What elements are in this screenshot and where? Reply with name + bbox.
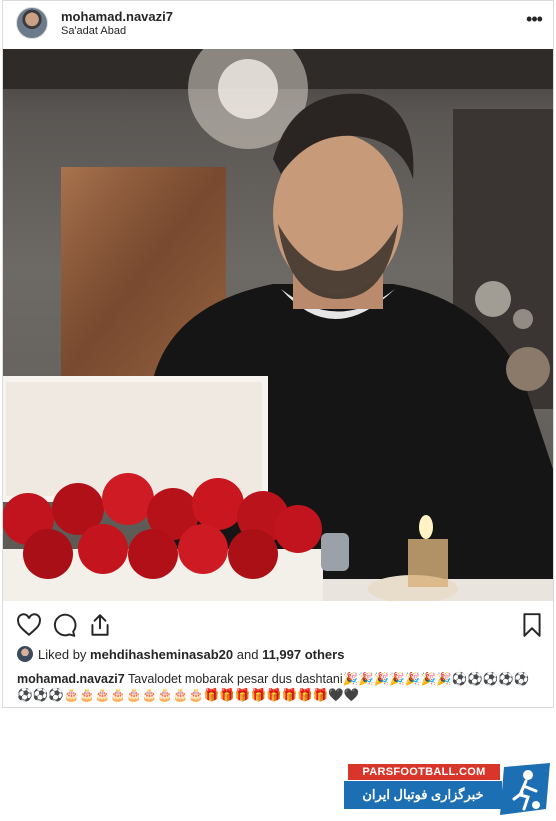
watermark-site: PARSFOOTBALL.COM bbox=[348, 764, 500, 780]
bokeh-light bbox=[475, 281, 511, 317]
post-location[interactable]: Sa'adat Abad bbox=[61, 25, 126, 37]
watermark-tagline: خبرگزاری فوتبال ایران bbox=[344, 781, 502, 809]
liker-avatar[interactable] bbox=[17, 646, 33, 662]
parsfootball-watermark: PARSFOOTBALL.COM خبرگزاری فوتبال ایران bbox=[344, 763, 552, 815]
background-person bbox=[506, 347, 550, 391]
wrist-watch bbox=[321, 533, 349, 571]
caption-username[interactable]: mohamad.navazi7 bbox=[17, 672, 125, 686]
parsfootball-logo-icon bbox=[500, 763, 550, 815]
likes-middle: and bbox=[236, 647, 259, 662]
post-username[interactable]: mohamad.navazi7 bbox=[61, 9, 173, 24]
post-actions bbox=[3, 604, 553, 644]
post-caption: mohamad.navazi7 Tavalodet mobarak pesar … bbox=[17, 671, 543, 703]
likes-prefix: Liked by bbox=[38, 647, 87, 662]
instagram-post: mohamad.navazi7 Sa'adat Abad ••• Liked b… bbox=[2, 0, 554, 708]
share-icon[interactable] bbox=[87, 612, 113, 638]
cake-decoration bbox=[408, 539, 448, 587]
lamp bbox=[218, 59, 278, 119]
bokeh-light bbox=[513, 309, 533, 329]
comment-icon[interactable] bbox=[51, 612, 77, 638]
candle-flame bbox=[419, 515, 433, 539]
post-header: mohamad.navazi7 Sa'adat Abad ••• bbox=[3, 1, 553, 49]
liker-username[interactable]: mehdihasheminasab20 bbox=[90, 647, 233, 662]
photo-illustration bbox=[3, 49, 553, 601]
avatar[interactable] bbox=[16, 7, 48, 39]
post-photo[interactable] bbox=[3, 49, 553, 601]
like-heart-icon[interactable] bbox=[16, 612, 42, 638]
likes-count[interactable]: 11,997 others bbox=[262, 647, 344, 662]
bookmark-icon[interactable] bbox=[519, 612, 545, 638]
likes-line: Liked by mehdihasheminasab20 and 11,997 … bbox=[17, 646, 344, 664]
more-options-icon[interactable]: ••• bbox=[522, 9, 546, 33]
